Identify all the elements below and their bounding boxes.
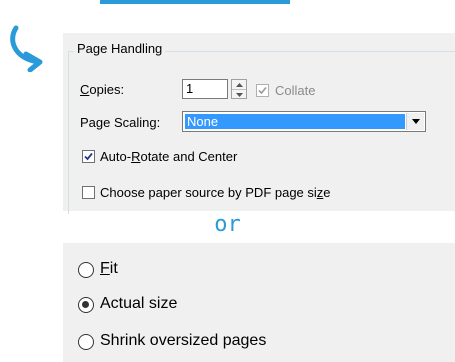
choose-paper-checkbox[interactable] <box>82 186 95 199</box>
choose-paper-label: Choose paper source by PDF page size <box>100 185 331 200</box>
collate-checkbox[interactable] <box>256 84 269 97</box>
or-separator: or <box>214 212 241 237</box>
shrink-label: Shrink oversized pages <box>100 332 267 349</box>
accent-line <box>100 0 290 4</box>
page-scaling-label: Page Scaling: <box>80 115 161 130</box>
fit-radio[interactable] <box>78 262 94 278</box>
check-icon <box>258 86 267 95</box>
page-scaling-select[interactable]: None <box>182 111 426 132</box>
fit-label: Fit <box>100 260 118 277</box>
group-title: Page Handling <box>74 41 166 56</box>
copies-spinner[interactable] <box>231 79 247 99</box>
page-scaling-value: None <box>185 114 405 129</box>
caret-up-icon[interactable] <box>232 80 246 90</box>
copies-input[interactable]: 1 <box>182 79 228 99</box>
curved-arrow-icon <box>10 25 43 72</box>
actual-size-radio[interactable] <box>78 297 94 313</box>
auto-rotate-checkbox[interactable] <box>82 150 95 163</box>
shrink-radio[interactable] <box>78 334 94 350</box>
actual-size-label: Actual size <box>100 295 178 312</box>
copies-label: Copies: <box>80 82 125 97</box>
collate-label: Collate <box>275 83 316 98</box>
check-icon <box>84 152 93 161</box>
auto-rotate-label: Auto-Rotate and Center <box>100 149 238 164</box>
chevron-down-icon[interactable] <box>406 113 424 130</box>
caret-down-icon[interactable] <box>232 90 246 99</box>
